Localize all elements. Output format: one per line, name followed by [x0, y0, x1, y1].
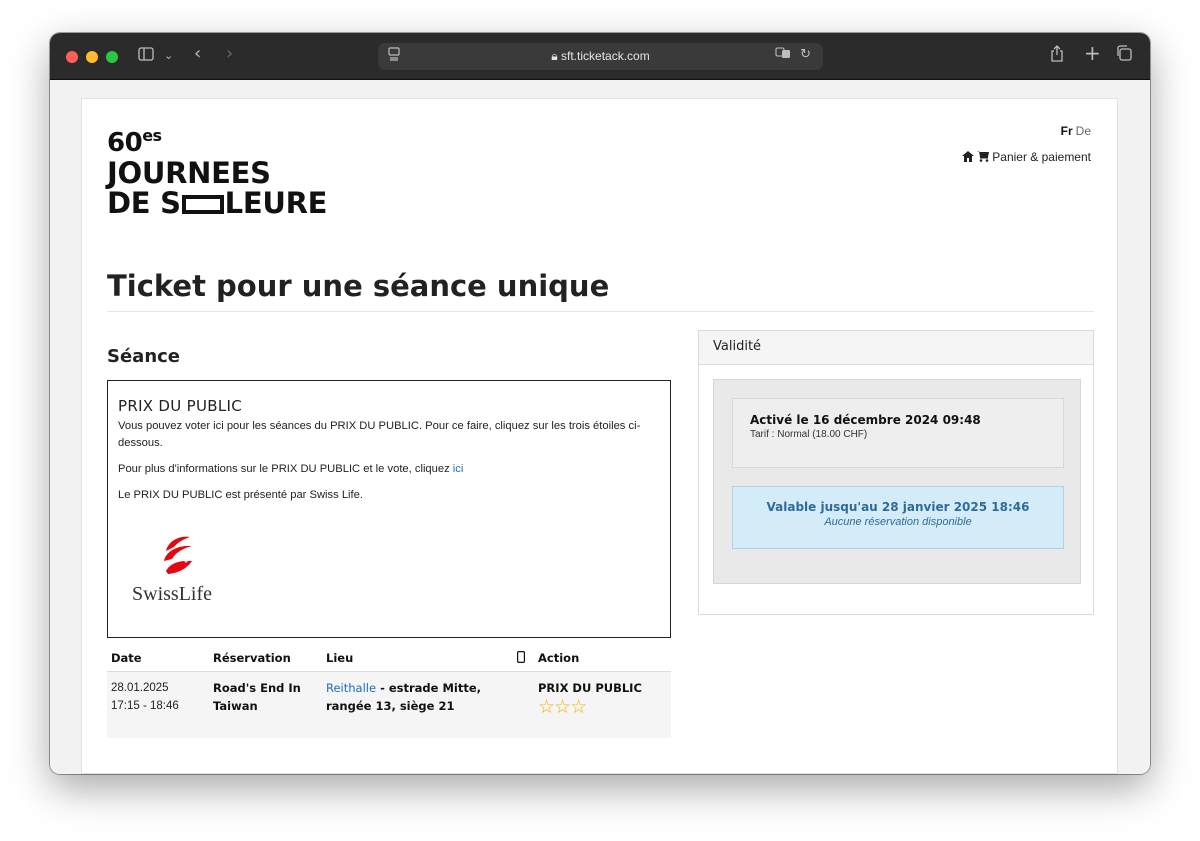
- film-title-line-2: Taiwan: [213, 699, 258, 713]
- url-text: sft.ticketack.com: [561, 49, 650, 63]
- action-label: PRIX DU PUBLIC: [538, 681, 642, 695]
- close-window-button[interactable]: [66, 51, 78, 63]
- column-header-lieu: Lieu: [326, 651, 354, 665]
- lock-icon: 🔒︎: [551, 49, 558, 63]
- logo-line-3a: DE S: [107, 186, 181, 220]
- logo-superscript: es: [142, 126, 162, 145]
- audience-prize-box: PRIX DU PUBLIC Vous pouvez voter ici pou…: [107, 380, 671, 638]
- forward-icon[interactable]: ›: [226, 43, 233, 65]
- title-divider: [107, 311, 1094, 312]
- activation-date: Activé le 16 décembre 2024 09:48: [750, 413, 981, 427]
- validity-panel-title: Validité: [699, 331, 1093, 365]
- valid-until: Valable jusqu'au 28 janvier 2025 18:46: [766, 500, 1030, 514]
- logo-line-3b: LEURE: [224, 186, 328, 220]
- share-icon[interactable]: [1050, 45, 1064, 68]
- browser-toolbar: ⌄ ‹ › 🔒︎ sft.ticketack.com ↻ +: [50, 33, 1150, 80]
- cell-reservation: Road's End In Taiwan: [213, 679, 301, 715]
- cart-icon[interactable]: [976, 150, 992, 164]
- address-bar[interactable]: 🔒︎ sft.ticketack.com ↻: [378, 43, 823, 70]
- screening-date: 28.01.2025: [111, 682, 169, 694]
- mobile-phone-icon: [517, 651, 538, 665]
- info-paragraph-2: Pour plus d'informations sur le PRIX DU …: [118, 461, 660, 478]
- activation-info: Activé le 16 décembre 2024 09:48 Tarif :…: [732, 398, 1064, 468]
- url-display: 🔒︎ sft.ticketack.com: [378, 43, 823, 70]
- back-icon[interactable]: ‹: [194, 43, 201, 65]
- logo-line-1: 60: [107, 128, 143, 158]
- cart-link[interactable]: Panier & paiement: [961, 150, 1091, 164]
- language-switcher: Fr De: [1061, 124, 1091, 138]
- zoom-window-button[interactable]: [106, 51, 118, 63]
- page-container: 60es JOURNEES DE S LEURE Fr De Panier & pa…: [81, 98, 1118, 774]
- table-header: Date Réservation Lieu Action: [107, 648, 671, 672]
- tarif-info: Tarif : Normal (18.00 CHF): [750, 429, 868, 440]
- section-title-seance: Séance: [107, 346, 181, 367]
- info-paragraph-3: Le PRIX DU PUBLIC est présenté par Swiss…: [118, 489, 363, 501]
- sidebar-icon[interactable]: [138, 45, 154, 67]
- tab-overview-icon[interactable]: [1116, 45, 1132, 67]
- table-row: 28.01.2025 17:15 - 18:46 Road's End In T…: [107, 672, 671, 738]
- swisslife-wordmark: SwissLife: [132, 583, 212, 605]
- cell-lieu: Reithalle - estrade Mitte, rangée 13, si…: [326, 679, 481, 715]
- logo-box-mark: [181, 195, 224, 214]
- lang-de[interactable]: De: [1076, 124, 1091, 138]
- minimize-window-button[interactable]: [86, 51, 98, 63]
- no-reservation-note: Aucune réservation disponible: [824, 516, 972, 528]
- cart-label: Panier & paiement: [992, 150, 1091, 164]
- column-header-date: Date: [111, 651, 142, 665]
- festival-logo[interactable]: 60es JOURNEES DE S LEURE: [107, 121, 327, 218]
- translate-icon[interactable]: [775, 47, 791, 63]
- venue-detail-1: - estrade Mitte,: [376, 681, 481, 695]
- more-info-link[interactable]: ici: [453, 463, 464, 475]
- lang-fr[interactable]: Fr: [1061, 124, 1073, 138]
- logo-line-2: JOURNEES: [107, 156, 271, 190]
- reload-icon[interactable]: ↻: [800, 47, 811, 62]
- film-title-line-1: Road's End In: [213, 681, 301, 695]
- cell-date: 28.01.2025 17:15 - 18:46: [111, 679, 179, 715]
- home-icon[interactable]: [961, 150, 977, 164]
- browser-window: ⌄ ‹ › 🔒︎ sft.ticketack.com ↻ + 60es JOUR…: [50, 33, 1150, 774]
- column-header-action: Action: [517, 651, 579, 665]
- screening-table: Date Réservation Lieu Action 28.01.2025 …: [107, 648, 671, 738]
- info-title: PRIX DU PUBLIC: [118, 397, 243, 415]
- page-viewport: 60es JOURNEES DE S LEURE Fr De Panier & pa…: [50, 80, 1150, 774]
- new-tab-icon[interactable]: +: [1084, 42, 1101, 64]
- chevron-down-icon[interactable]: ⌄: [164, 45, 173, 67]
- star-rating-icon[interactable]: ☆☆☆: [538, 697, 642, 717]
- validity-panel: Validité Activé le 16 décembre 2024 09:4…: [698, 330, 1094, 615]
- venue-link[interactable]: Reithalle: [326, 681, 376, 695]
- validity-content: Activé le 16 décembre 2024 09:48 Tarif :…: [713, 379, 1081, 584]
- page-title: Ticket pour une séance unique: [107, 269, 610, 303]
- info-paragraph-2-text: Pour plus d'informations sur le PRIX DU …: [118, 463, 453, 475]
- swisslife-logo: SwissLife: [128, 533, 228, 613]
- screening-time: 17:15 - 18:46: [111, 700, 179, 712]
- action-header-label: Action: [538, 651, 580, 665]
- venue-detail-2: rangée 13, siège 21: [326, 699, 455, 713]
- cell-action: PRIX DU PUBLIC ☆☆☆: [538, 679, 642, 717]
- info-paragraph-1: Vous pouvez voter ici pour les séances d…: [118, 420, 641, 449]
- column-header-reservation: Réservation: [213, 651, 291, 665]
- validity-alert: Valable jusqu'au 28 janvier 2025 18:46 A…: [732, 486, 1064, 549]
